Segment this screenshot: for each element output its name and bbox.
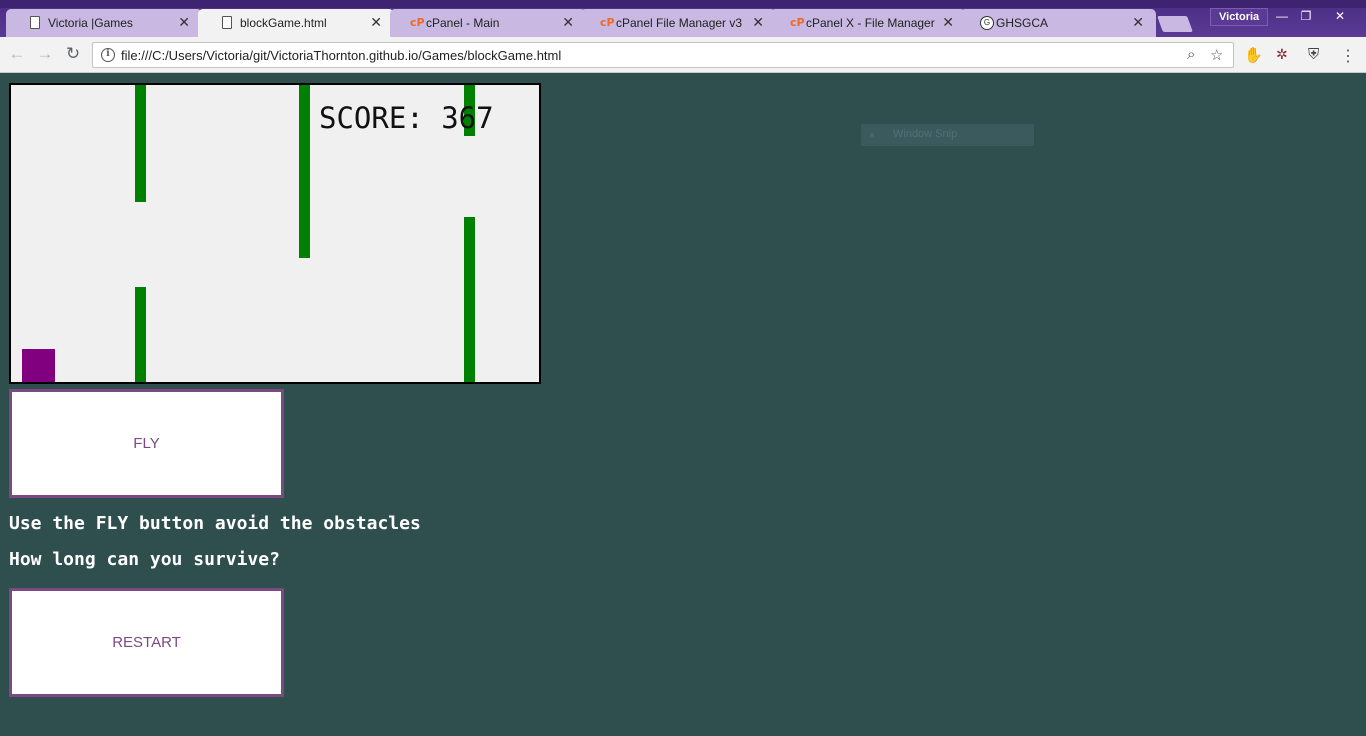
- tab-strip: Victoria |Games ✕ blockGame.html ✕ cP cP…: [0, 0, 1366, 38]
- snip-dot-icon: [870, 133, 874, 137]
- title-bar: [0, 0, 1366, 8]
- instruction-line-2: How long can you survive?: [9, 549, 280, 570]
- tab-ghsgca[interactable]: G GHSGCA ✕: [960, 9, 1156, 37]
- obstacle: [299, 85, 310, 258]
- menu-icon[interactable]: ⋮: [1340, 46, 1358, 65]
- back-icon[interactable]: ←: [6, 43, 28, 65]
- document-icon: [30, 16, 40, 29]
- score-display: SCORE: 367: [319, 101, 494, 135]
- obstacle: [135, 85, 146, 202]
- tab-victoria-games[interactable]: Victoria |Games ✕: [6, 9, 202, 37]
- tab-blockgame[interactable]: blockGame.html ✕: [198, 9, 394, 38]
- info-icon[interactable]: i: [101, 48, 115, 62]
- minimize-icon[interactable]: —: [1270, 8, 1294, 24]
- tab-cpanel-main[interactable]: cP cPanel - Main ✕: [390, 9, 586, 37]
- extension-hand-icon[interactable]: ✋: [1244, 46, 1263, 64]
- bookmark-star-icon[interactable]: ☆: [1210, 46, 1223, 64]
- tab-title: Victoria |Games: [48, 16, 133, 30]
- close-icon[interactable]: ✕: [752, 14, 764, 31]
- window-snip-label: Window Snip: [893, 128, 958, 140]
- ghsgca-icon: G: [980, 16, 994, 30]
- game-canvas: SCORE: 367: [9, 83, 541, 384]
- extension-shield-icon[interactable]: ⛨: [1308, 46, 1326, 64]
- url-text: file:///C:/Users/Victoria/git/VictoriaTh…: [121, 48, 562, 63]
- cpanel-icon: cP: [410, 16, 425, 29]
- cpanel-icon: cP: [790, 16, 805, 29]
- close-icon[interactable]: ✕: [178, 14, 190, 31]
- obstacle: [464, 217, 475, 382]
- close-icon[interactable]: ✕: [942, 14, 954, 31]
- restore-icon[interactable]: ❐: [1294, 8, 1318, 24]
- instruction-line-1: Use the FLY button avoid the obstacles: [9, 513, 421, 534]
- window-snip-overlay[interactable]: Window Snip: [861, 124, 1034, 146]
- close-icon[interactable]: ✕: [370, 14, 382, 31]
- tab-title: cPanel File Manager v3: [616, 16, 743, 30]
- reload-icon[interactable]: ↻: [62, 43, 84, 65]
- tab-cpanel-file-manager-v3[interactable]: cP cPanel File Manager v3 ✕: [580, 9, 776, 37]
- close-icon[interactable]: ✕: [1132, 14, 1144, 31]
- restart-button[interactable]: RESTART: [9, 588, 284, 697]
- browser-toolbar: ← → ↻ i file:///C:/Users/Victoria/git/Vi…: [0, 37, 1366, 73]
- close-window-icon[interactable]: ✕: [1328, 8, 1352, 24]
- new-tab-button[interactable]: [1157, 16, 1193, 32]
- fly-button[interactable]: FLY: [9, 389, 284, 498]
- obstacle: [135, 287, 146, 382]
- close-icon[interactable]: ✕: [562, 14, 574, 31]
- forward-icon[interactable]: →: [34, 43, 56, 65]
- address-bar[interactable]: i file:///C:/Users/Victoria/git/Victoria…: [92, 42, 1234, 68]
- profile-button[interactable]: Victoria: [1210, 8, 1269, 26]
- player-block: [22, 349, 55, 382]
- zoom-icon[interactable]: ⌕: [1187, 46, 1195, 63]
- tab-title: cPanel - Main: [426, 16, 500, 30]
- tab-title: GHSGCA: [996, 16, 1049, 30]
- cpanel-icon: cP: [600, 16, 615, 29]
- document-icon: [222, 16, 232, 29]
- tab-title: cPanel X - File Manager: [806, 16, 935, 30]
- extension-puzzle-icon[interactable]: ✲: [1276, 46, 1294, 64]
- tab-title: blockGame.html: [240, 16, 327, 30]
- tab-cpanel-x-file-manager[interactable]: cP cPanel X - File Manager ✕: [770, 9, 966, 37]
